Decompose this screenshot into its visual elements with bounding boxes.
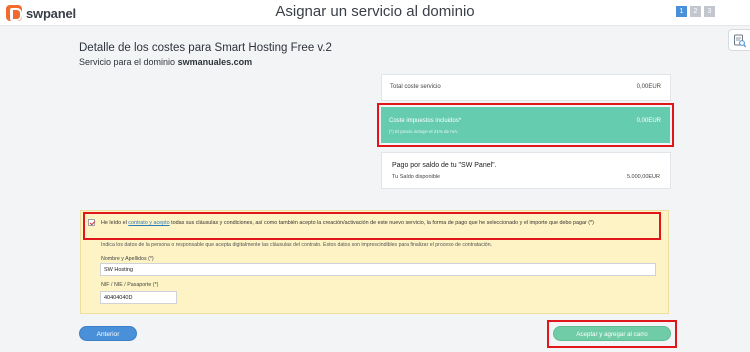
payment-method-card: Pago por saldo de tu "SW Panel". Tu Sald… <box>381 152 671 189</box>
tax-cost-value: 0,00EUR <box>636 118 661 124</box>
total-cost-value: 0,00EUR <box>636 84 661 90</box>
accept-add-to-cart-button[interactable]: Aceptar y agregar al carro <box>553 326 671 341</box>
name-field-label: Nombre y Apellidos (*) <box>101 256 154 262</box>
tax-cost-label: Coste impuestos incluidos* <box>389 118 462 124</box>
nif-field-label: NIF / NIE / Pasaporte (*) <box>101 282 159 288</box>
page-title: Asignar un servicio al dominio <box>275 3 475 20</box>
domain-subheading: Servicio para el dominio swmanuales.com <box>79 57 252 67</box>
step-3: 3 <box>704 6 715 17</box>
balance-value: 5.000,00EUR <box>626 174 660 180</box>
nif-field[interactable] <box>100 291 177 304</box>
terms-text-before: He leído el <box>101 220 129 226</box>
step-indicator: 1 2 3 <box>676 6 715 17</box>
signer-info-text: Indica los datos de la persona o respons… <box>101 242 493 248</box>
terms-text-after: todas sus cláusulas y condiciones, así c… <box>169 220 594 226</box>
payment-method-title: Pago por saldo de tu "SW Panel". <box>392 162 497 169</box>
accept-terms-checkbox[interactable] <box>88 219 95 226</box>
back-button[interactable]: Anterior <box>79 326 137 341</box>
tax-note: (*) El precio incluye el 21% de IVA. <box>389 129 459 134</box>
tax-cost-card: Coste impuestos incluidos* 0,00EUR (*) E… <box>381 107 670 143</box>
domain-name: swmanuales.com <box>177 57 253 67</box>
search-document-icon <box>734 34 747 48</box>
balance-label: Tu Saldo disponible <box>392 174 441 180</box>
side-tool-button[interactable] <box>728 29 750 51</box>
subheading-prefix: Servicio para el dominio <box>79 57 178 67</box>
contract-link[interactable]: contrato y acepto <box>128 220 169 226</box>
top-bar: swpanel Asignar un servicio al dominio 1… <box>0 0 750 26</box>
total-cost-label: Total coste servicio <box>390 84 441 90</box>
name-field[interactable] <box>100 263 656 276</box>
total-cost-card: Total coste servicio 0,00EUR <box>381 74 671 101</box>
step-2: 2 <box>690 6 701 17</box>
cost-detail-heading: Detalle de los costes para Smart Hosting… <box>79 42 332 54</box>
terms-text: He leído el contrato y acepto todas sus … <box>101 219 657 227</box>
step-1: 1 <box>676 6 687 17</box>
